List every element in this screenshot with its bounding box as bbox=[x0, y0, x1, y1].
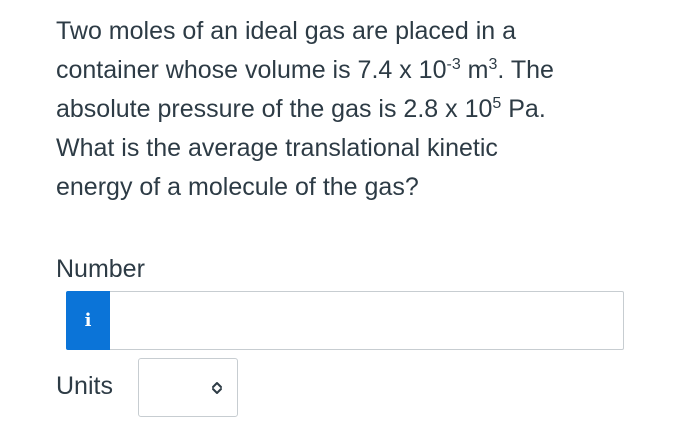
question-text: Two moles of an ideal gas are placed in … bbox=[56, 12, 656, 207]
units-label: Units bbox=[56, 372, 113, 400]
question-line-1: Two moles of an ideal gas are placed in … bbox=[56, 17, 516, 45]
info-icon: i bbox=[84, 310, 92, 331]
volume-unit: m bbox=[460, 56, 489, 84]
info-button[interactable]: i bbox=[66, 291, 110, 350]
line-2-suffix: . The bbox=[497, 56, 554, 84]
question-line-5: energy of a molecule of the gas? bbox=[56, 173, 419, 201]
question-line-4: What is the average translational kineti… bbox=[56, 134, 498, 162]
pressure-unit: Pa. bbox=[501, 95, 546, 123]
volume-exponent: -3 bbox=[446, 56, 461, 73]
question-line-2: container whose volume is 7.4 x 10-3 m3.… bbox=[56, 56, 554, 84]
chevron-up-down-icon bbox=[212, 381, 222, 394]
number-input[interactable] bbox=[110, 291, 624, 350]
number-label: Number bbox=[56, 255, 145, 283]
volume-text: container whose volume is 7.4 x 10 bbox=[56, 56, 447, 84]
pressure-exponent: 5 bbox=[492, 95, 502, 112]
question-line-3: absolute pressure of the gas is 2.8 x 10… bbox=[56, 95, 546, 123]
pressure-text: absolute pressure of the gas is 2.8 x 10 bbox=[56, 95, 493, 123]
number-answer-row: i bbox=[66, 291, 624, 350]
units-select[interactable] bbox=[138, 358, 238, 417]
